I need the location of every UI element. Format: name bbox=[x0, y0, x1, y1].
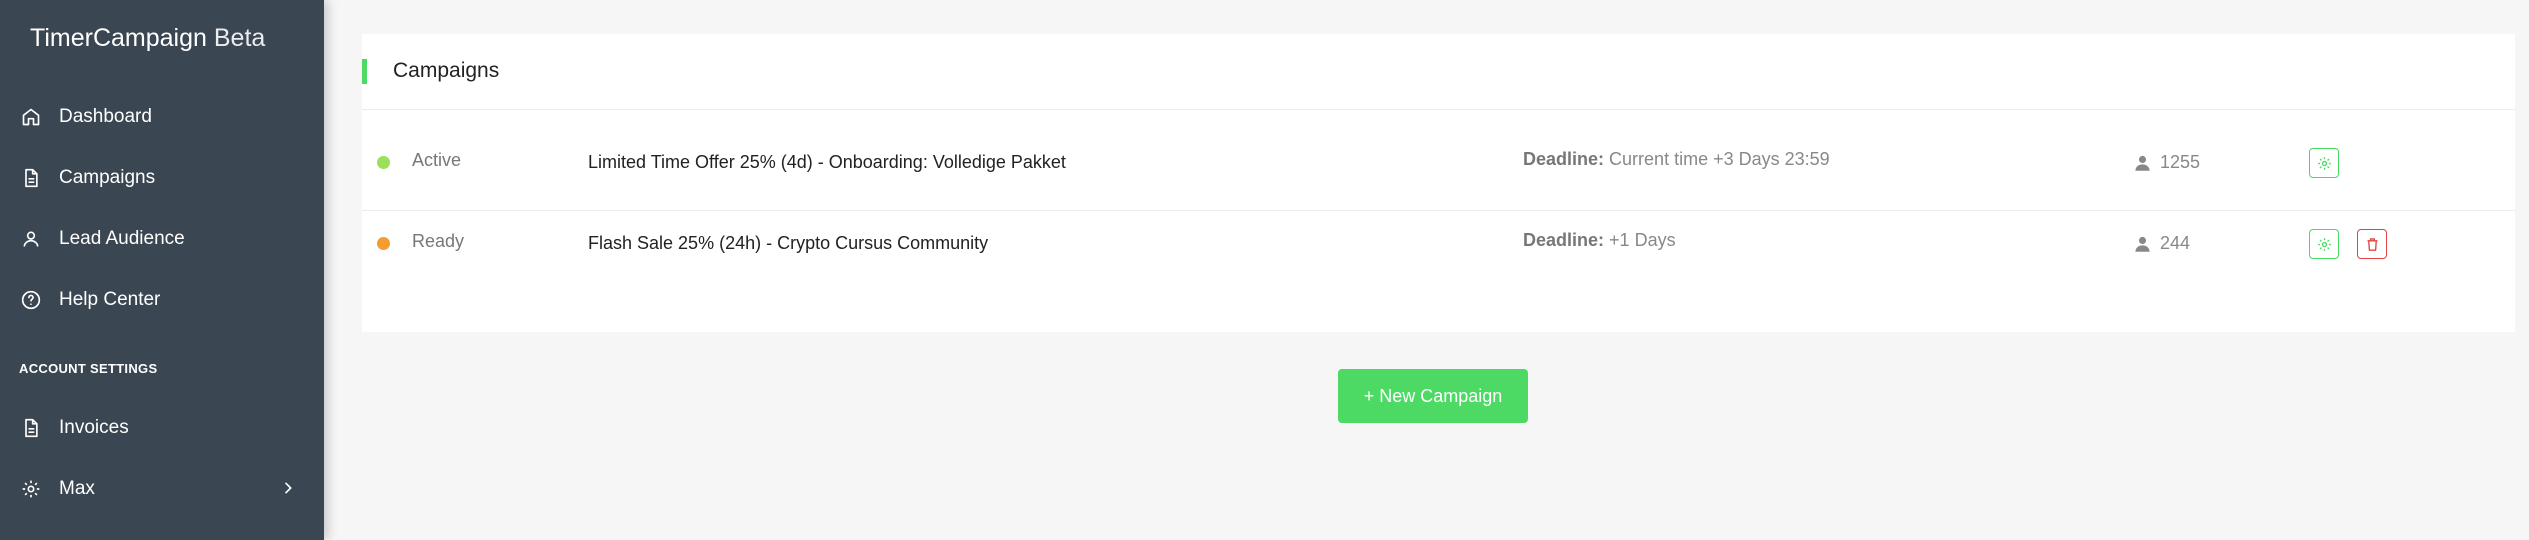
status-dot bbox=[377, 237, 390, 250]
campaigns-card: Campaigns Active Limited Time Offer 25% … bbox=[362, 34, 2515, 332]
status-dot bbox=[377, 156, 390, 169]
campaign-deadline: Deadline: +1 Days bbox=[1523, 230, 1676, 251]
app-brand[interactable]: TimerCampaign Beta bbox=[30, 24, 265, 53]
lead-count-value: 244 bbox=[2160, 233, 2191, 253]
campaign-settings-button[interactable] bbox=[2309, 229, 2339, 259]
gear-icon bbox=[20, 478, 42, 500]
sidebar-item-invoices[interactable]: Invoices bbox=[0, 403, 324, 453]
lead-count-value: 1255 bbox=[2160, 152, 2201, 172]
campaign-delete-button[interactable] bbox=[2357, 229, 2387, 259]
account-settings-heading: ACCOUNT SETTINGS bbox=[19, 361, 158, 376]
deadline-value: +1 Days bbox=[1609, 230, 1676, 250]
sidebar-item-account[interactable]: Max bbox=[0, 464, 324, 514]
campaign-name[interactable]: Limited Time Offer 25% (4d) - Onboarding… bbox=[588, 152, 1066, 173]
sidebar-item-dashboard[interactable]: Dashboard bbox=[0, 92, 324, 142]
campaign-name[interactable]: Flash Sale 25% (24h) - Crypto Cursus Com… bbox=[588, 233, 988, 254]
page-title: Campaigns bbox=[393, 59, 500, 82]
deadline-value: Current time +3 Days 23:59 bbox=[1609, 149, 1830, 169]
title-accent-bar bbox=[362, 59, 367, 84]
gear-icon bbox=[2317, 156, 2331, 170]
home-icon bbox=[20, 106, 42, 128]
help-circle-icon bbox=[20, 289, 42, 311]
deadline-label: Deadline: bbox=[1523, 230, 1605, 250]
sidebar-item-label: Lead Audience bbox=[59, 228, 185, 249]
card-header: Campaigns bbox=[362, 34, 2515, 110]
status-label: Ready bbox=[412, 231, 465, 251]
document-icon bbox=[20, 167, 42, 189]
beta-badge: Beta bbox=[213, 24, 266, 52]
gear-icon bbox=[2317, 237, 2331, 251]
sidebar-item-label: Max bbox=[59, 478, 95, 499]
sidebar-item-lead-audience[interactable]: Lead Audience bbox=[0, 214, 324, 264]
lead-count: 244 bbox=[2134, 233, 2190, 254]
trash-icon bbox=[2367, 237, 2377, 251]
campaign-deadline: Deadline: Current time +3 Days 23:59 bbox=[1523, 149, 1830, 170]
campaign-row[interactable]: Ready Flash Sale 25% (24h) - Crypto Curs… bbox=[362, 212, 2515, 292]
person-icon bbox=[2135, 155, 2150, 171]
chevron-right-icon[interactable] bbox=[280, 480, 296, 501]
sidebar-item-label: Help Center bbox=[59, 289, 161, 310]
deadline-label: Deadline: bbox=[1523, 149, 1605, 169]
person-icon bbox=[2135, 236, 2150, 252]
sidebar-item-label: Invoices bbox=[59, 417, 129, 438]
user-icon bbox=[20, 228, 42, 250]
status-label: Active bbox=[412, 150, 462, 170]
new-campaign-button[interactable]: + New Campaign bbox=[1338, 369, 1528, 423]
sidebar-item-campaigns[interactable]: Campaigns bbox=[0, 153, 324, 203]
lead-count: 1255 bbox=[2134, 152, 2200, 173]
campaign-settings-button[interactable] bbox=[2309, 148, 2339, 178]
campaign-row[interactable]: Active Limited Time Offer 25% (4d) - Onb… bbox=[362, 131, 2515, 211]
sidebar: TimerCampaign Beta Dashboard Campaigns L… bbox=[0, 0, 324, 540]
document-icon bbox=[20, 417, 42, 439]
sidebar-item-label: Dashboard bbox=[59, 106, 152, 127]
sidebar-item-label: Campaigns bbox=[59, 167, 156, 188]
app-name: TimerCampaign bbox=[30, 24, 207, 52]
sidebar-item-help-center[interactable]: Help Center bbox=[0, 275, 324, 325]
